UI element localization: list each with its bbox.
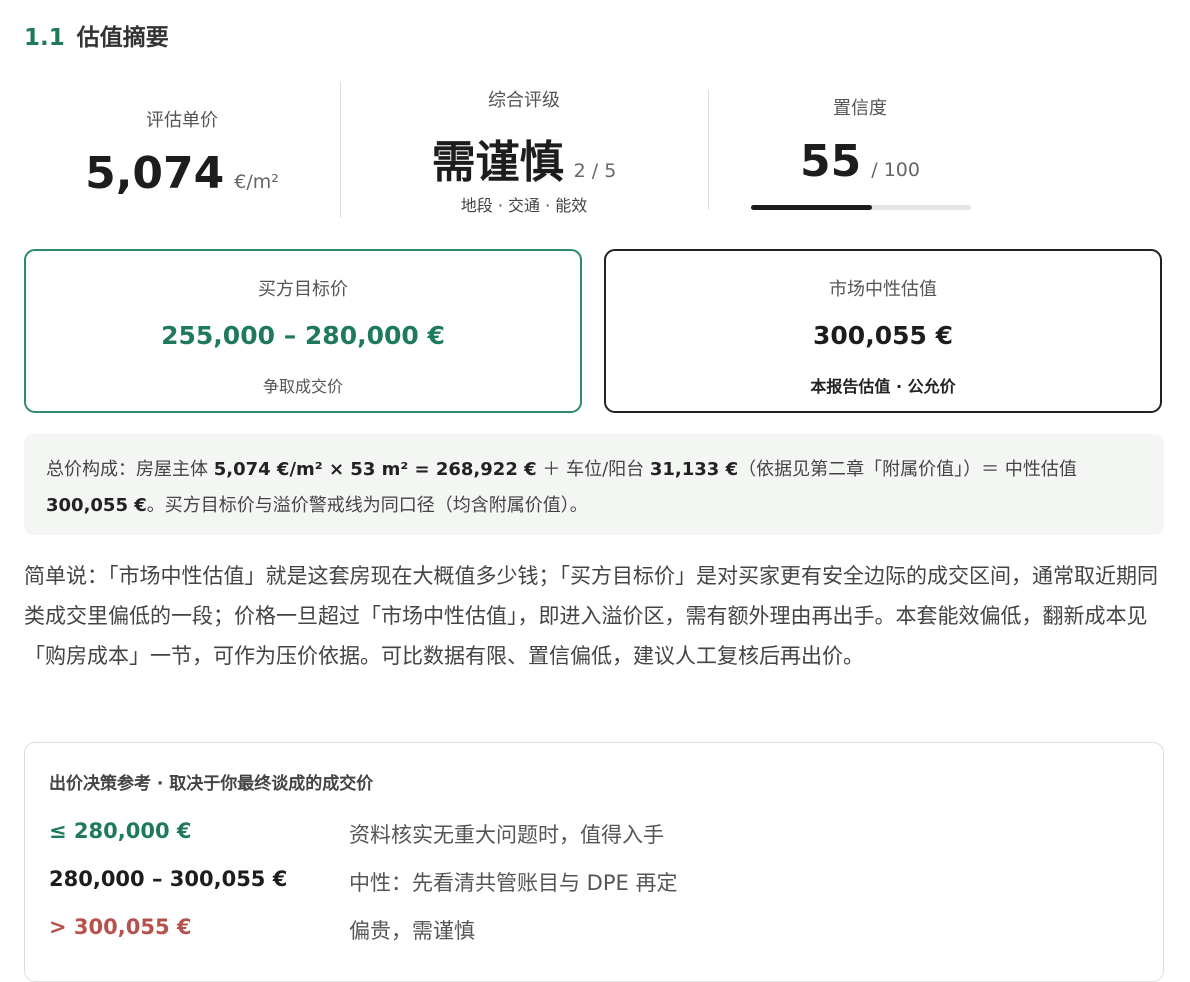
unit-price-value: 5,074 [85, 148, 225, 199]
unit-price-unit: €/m² [234, 171, 279, 193]
confidence-value: 55 [800, 136, 862, 187]
confidence-progress-bar [751, 205, 971, 210]
decision-price-good: ≤ 280,000 € [49, 819, 192, 843]
composition-text: 总价构成：房屋主体 [46, 459, 214, 480]
decision-desc-expensive: 偏贵，需谨慎 [349, 919, 475, 943]
rating-label: 综合评级 [488, 90, 560, 111]
decision-desc-good: 资料核实无重大问题时，值得入手 [349, 823, 664, 847]
section-number: 1.1 [24, 25, 65, 51]
metric-unit-price: 评估单价 5,074 €/m² [24, 82, 340, 218]
decision-price-neutral: 280,000 – 300,055 € [49, 867, 288, 891]
valuation-summary-page: 1.1 估值摘要 评估单价 5,074 €/m² 综合评级 需谨慎 2 / 5 地段 … [0, 0, 1190, 982]
buyer-target-note: 争取成交价 [262, 377, 343, 396]
buyer-target-title: 买方目标价 [258, 279, 348, 300]
market-neutral-note: 本报告估值 · 公允价 [810, 377, 956, 396]
metric-confidence: 置信度 55 / 100 [709, 82, 1011, 218]
confidence-progress-fill [751, 205, 872, 210]
unit-price-value-line: 5,074 €/m² [24, 148, 340, 199]
confidence-scale: / 100 [871, 159, 920, 181]
decision-title: 出价决策参考 · 取决于你最终谈成的成交价 [49, 774, 374, 794]
section-heading: 1.1 估值摘要 [24, 18, 169, 52]
decision-desc-neutral: 中性：先看清共管账目与 DPE 再定 [349, 871, 678, 895]
section-title: 估值摘要 [76, 25, 169, 51]
composition-text: 。买方目标价与溢价警戒线为同口径（均含附属价值）。 [146, 495, 588, 516]
composition-text: ＋ 车位/阳台 [536, 459, 650, 480]
decision-price-expensive: > 300,055 € [49, 915, 192, 939]
unit-price-label: 评估单价 [146, 110, 218, 131]
buyer-target-card: 买方目标价 255,000 – 280,000 € 争取成交价 [24, 249, 582, 413]
composition-neutral-total: 300,055 € [46, 495, 147, 516]
market-neutral-title: 市场中性估值 [829, 279, 937, 300]
rating-value: 需谨慎 [431, 137, 564, 188]
confidence-value-line: 55 / 100 [709, 136, 1011, 187]
composition-annex-value: 31,133 € [649, 459, 739, 480]
composition-text: （依据见第二章「附属价值」）＝ 中性估值 [738, 459, 1077, 480]
rating-scale: 2 / 5 [573, 160, 617, 182]
metric-rating: 综合评级 需谨慎 2 / 5 地段 · 交通 · 能效 [341, 82, 707, 218]
confidence-label: 置信度 [833, 98, 887, 119]
summary-paragraph: 简单说：「市场中性估值」就是这套房现在大概值多少钱；「买方目标价」是对买家更有安… [24, 564, 1158, 668]
composition-main-calc: 5,074 €/m² × 53 m² = 268,922 € [213, 459, 537, 480]
market-neutral-value: 300,055 € [813, 321, 953, 350]
rating-factors: 地段 · 交通 · 能效 [460, 196, 588, 215]
decision-reference-box: 出价决策参考 · 取决于你最终谈成的成交价 ≤ 280,000 € 资料核实无重… [24, 742, 1164, 982]
market-neutral-card: 市场中性估值 300,055 € 本报告估值 · 公允价 [604, 249, 1162, 413]
rating-value-line: 需谨慎 2 / 5 [341, 126, 707, 190]
price-composition-box: 总价构成：房屋主体 5,074 €/m² × 53 m² = 268,922 €… [24, 434, 1164, 535]
buyer-target-value: 255,000 – 280,000 € [161, 321, 445, 350]
